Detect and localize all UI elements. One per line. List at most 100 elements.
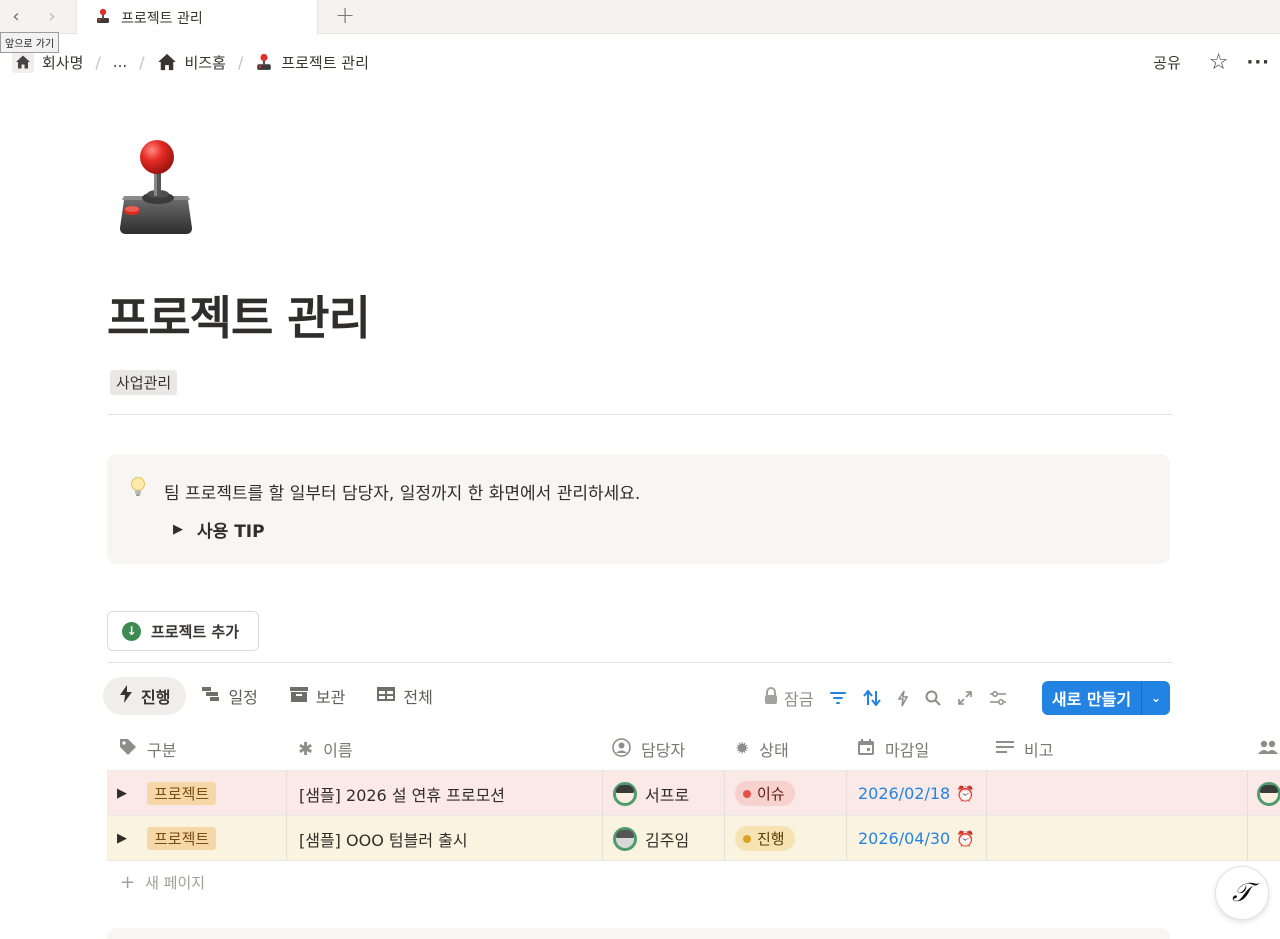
column-divider bbox=[846, 771, 847, 816]
more-icon[interactable]: ··· bbox=[1246, 52, 1270, 73]
database-toolbar: 잠금 bbox=[764, 681, 1023, 715]
back-arrow-icon[interactable]: ‹ bbox=[4, 4, 28, 28]
row-toggle[interactable]: ▶ bbox=[117, 771, 127, 816]
row-name: [샘플] OOO 텀블러 출시 bbox=[299, 830, 468, 850]
tab-label: 보관 bbox=[315, 688, 346, 707]
forward-arrow-icon[interactable]: › bbox=[40, 4, 64, 28]
owner-cell[interactable]: 김주임 bbox=[613, 816, 689, 861]
due-date: 2026/02/18 bbox=[858, 784, 951, 803]
column-label: 이름 bbox=[323, 741, 353, 760]
tab-schedule[interactable]: 일정 bbox=[186, 677, 273, 715]
alarm-clock-icon: ⏰ bbox=[956, 784, 975, 803]
star-icon[interactable]: ☆ bbox=[1209, 50, 1229, 75]
breadcrumb-item-project[interactable]: 프로젝트 관리 bbox=[255, 52, 369, 73]
owner-name: 김주임 bbox=[645, 830, 690, 850]
help-assistant-icon[interactable]: 𝒯 bbox=[1215, 866, 1269, 920]
joystick-icon bbox=[95, 8, 111, 28]
column-header-type[interactable]: 구분 bbox=[119, 727, 176, 771]
column-divider bbox=[724, 816, 725, 861]
filter-icon[interactable] bbox=[829, 691, 847, 705]
column-header-owner[interactable]: 담당자 bbox=[612, 727, 685, 771]
avatar bbox=[613, 826, 637, 851]
tab-archive[interactable]: 보관 bbox=[274, 677, 361, 715]
column-header-name[interactable]: ✱ 이름 bbox=[298, 727, 353, 771]
column-divider bbox=[1247, 816, 1248, 861]
table-row[interactable]: ▶ 프로젝트 [샘플] OOO 텀블러 출시 김주임 진행 2026/04/30… bbox=[107, 816, 1280, 861]
callout: 팀 프로젝트를 할 일부터 담당자, 일정까지 한 화면에서 관리하세요. ▶ … bbox=[107, 454, 1170, 564]
new-button-main[interactable]: 새로 만들기 bbox=[1042, 681, 1142, 715]
name-cell[interactable]: [샘플] OOO 텀블러 출시 bbox=[299, 816, 468, 861]
lock-icon bbox=[764, 687, 778, 709]
table-row[interactable]: ▶ 프로젝트 [샘플] 2026 설 연휴 프로모션 서프로 이슈 2026/0… bbox=[107, 771, 1280, 816]
table-header: 구분 ✱ 이름 담당자 ✹ 상태 마감일 비고 bbox=[107, 727, 1280, 771]
archive-icon bbox=[289, 686, 308, 706]
status-cell[interactable]: 진행 bbox=[735, 816, 795, 861]
column-header-status[interactable]: ✹ 상태 bbox=[735, 727, 789, 771]
browser-tab-bar: ‹ › 프로젝트 관리 + bbox=[0, 0, 1280, 35]
column-label: 상태 bbox=[759, 741, 789, 760]
toggle-triangle-icon[interactable]: ▶ bbox=[117, 786, 127, 801]
chevron-down-icon[interactable]: ⌄ bbox=[1142, 681, 1170, 715]
breadcrumb-item-bizhome[interactable]: 비즈홈 bbox=[157, 52, 226, 73]
share-button[interactable]: 공유 bbox=[1153, 52, 1181, 73]
column-header-due[interactable]: 마감일 bbox=[857, 727, 929, 771]
lock-button[interactable]: 잠금 bbox=[764, 686, 813, 710]
row-toggle[interactable]: ▶ bbox=[117, 816, 127, 861]
column-label: 비고 bbox=[1024, 741, 1054, 760]
browser-tab[interactable]: 프로젝트 관리 bbox=[76, 0, 318, 35]
toggle-triangle-icon[interactable]: ▶ bbox=[173, 522, 183, 537]
note-cell[interactable] bbox=[997, 816, 1247, 861]
breadcrumb-item-company[interactable]: 회사명 bbox=[12, 51, 83, 73]
column-header-note[interactable]: 비고 bbox=[996, 727, 1053, 771]
breadcrumb-separator: / bbox=[139, 52, 145, 72]
page-icon-joystick[interactable] bbox=[116, 138, 196, 238]
sort-icon[interactable] bbox=[863, 690, 882, 706]
breadcrumb-label: 프로젝트 관리 bbox=[281, 53, 369, 72]
name-cell[interactable]: [샘플] 2026 설 연휴 프로모션 bbox=[299, 771, 505, 816]
tab-progress[interactable]: 진행 bbox=[103, 677, 187, 715]
people-icon bbox=[1257, 739, 1279, 759]
type-cell[interactable]: 프로젝트 bbox=[147, 816, 217, 861]
add-project-button[interactable]: ↓ 프로젝트 추가 bbox=[107, 611, 259, 651]
next-callout-edge bbox=[107, 928, 1170, 939]
breadcrumb-item-ellipsis[interactable]: ... bbox=[113, 53, 127, 71]
breadcrumb-separator: / bbox=[237, 52, 244, 72]
tip-toggle[interactable]: ▶ 사용 TIP bbox=[173, 517, 265, 542]
column-header-members[interactable] bbox=[1257, 727, 1280, 771]
column-divider bbox=[724, 771, 725, 816]
members-cell[interactable] bbox=[1257, 771, 1280, 816]
automation-icon[interactable] bbox=[897, 690, 909, 707]
due-cell[interactable]: 2026/02/18 ⏰ bbox=[858, 771, 975, 816]
settings-sliders-icon[interactable] bbox=[989, 691, 1007, 705]
lightbulb-icon bbox=[129, 476, 147, 503]
due-cell[interactable]: 2026/04/30 ⏰ bbox=[858, 816, 975, 861]
new-page-button[interactable]: + 새 페이지 bbox=[120, 872, 205, 893]
new-page-label: 새 페이지 bbox=[145, 874, 206, 892]
tooltip: 앞으로 가기 bbox=[0, 32, 60, 53]
breadcrumb-separator: / bbox=[95, 52, 101, 72]
tab-label: 일정 bbox=[228, 688, 258, 707]
page-tag[interactable]: 사업관리 bbox=[110, 370, 178, 395]
owner-cell[interactable]: 서프로 bbox=[613, 771, 689, 816]
asterisk-icon: ✱ bbox=[298, 738, 314, 760]
new-tab-icon[interactable]: + bbox=[332, 1, 358, 29]
expand-icon[interactable] bbox=[957, 690, 973, 706]
type-cell[interactable]: 프로젝트 bbox=[147, 771, 217, 816]
toggle-triangle-icon[interactable]: ▶ bbox=[117, 831, 127, 846]
lock-label: 잠금 bbox=[784, 690, 814, 709]
search-icon[interactable] bbox=[925, 690, 942, 706]
status-cell[interactable]: 이슈 bbox=[735, 771, 795, 816]
alarm-clock-icon: ⏰ bbox=[956, 829, 975, 848]
page-title[interactable]: 프로젝트 관리 bbox=[107, 282, 371, 348]
divider bbox=[107, 414, 1172, 415]
row-name: [샘플] 2026 설 연휴 프로모션 bbox=[299, 785, 506, 805]
status-spinner-icon: ✹ bbox=[735, 739, 750, 759]
avatar bbox=[613, 781, 637, 806]
view-tabs: 진행 일정 보관 전체 bbox=[103, 677, 449, 715]
column-divider bbox=[286, 771, 287, 816]
new-button[interactable]: 새로 만들기 ⌄ bbox=[1042, 681, 1170, 715]
owner-name: 서프로 bbox=[645, 785, 690, 805]
note-cell[interactable] bbox=[997, 771, 1247, 816]
tab-all[interactable]: 전체 bbox=[361, 677, 448, 715]
tab-title: 프로젝트 관리 bbox=[121, 10, 203, 27]
